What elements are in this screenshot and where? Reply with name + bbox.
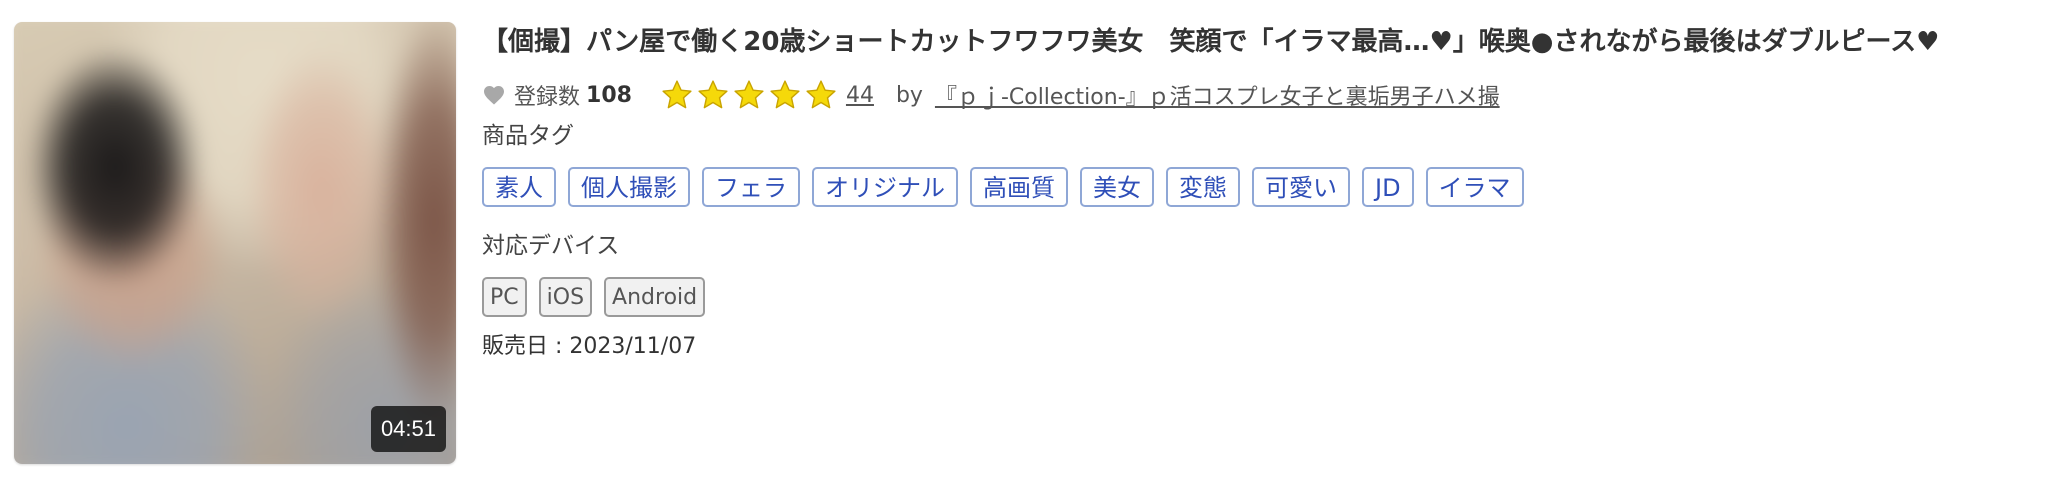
tag-link[interactable]: 素人	[482, 167, 556, 207]
tag-link[interactable]: 可愛い	[1252, 167, 1350, 207]
star-icon	[734, 80, 764, 109]
release-date: 販売日 : 2023/11/07	[482, 334, 697, 359]
star-icon	[698, 80, 728, 109]
tag-link[interactable]: 高画質	[970, 167, 1068, 207]
seller-link[interactable]: 『ｐｊ-Collection-』ｐ活コスプレ女子と裏垢男子ハメ撮	[935, 79, 1500, 111]
product-card: 04:51 【個撮】パン屋で働く20歳ショートカットフワフワ美女 笑顔で「イラマ…	[0, 0, 2072, 484]
tag-link[interactable]: 個人撮影	[568, 167, 690, 207]
rating-stars	[660, 78, 840, 112]
video-duration-badge: 04:51	[370, 406, 446, 452]
review-count-link[interactable]: 44	[846, 83, 874, 108]
star-icon	[662, 80, 692, 109]
device-list: PC iOS Android	[482, 277, 2062, 317]
product-thumbnail[interactable]: 04:51	[14, 22, 456, 464]
devices-heading: 対応デバイス	[482, 233, 620, 259]
device-badge: Android	[604, 277, 706, 317]
tag-list: 素人 個人撮影 フェラ オリジナル 高画質 美女 変態 可愛い JD イラマ	[482, 167, 2062, 207]
tags-heading: 商品タグ	[482, 123, 574, 149]
heart-icon[interactable]	[482, 83, 506, 107]
tag-link[interactable]: JD	[1362, 167, 1414, 207]
star-icon	[770, 80, 800, 109]
tag-link[interactable]: 美女	[1080, 167, 1154, 207]
favorites-count: 108	[586, 82, 632, 108]
thumbnail-image	[14, 22, 456, 464]
favorites-label: 登録数	[514, 85, 581, 110]
product-meta: 登録数 108 44 by 『ｐｊ-Collection-』ｐ活コスプレ女子と裏…	[482, 77, 2062, 113]
device-badge: iOS	[538, 277, 593, 317]
tag-link[interactable]: イラマ	[1425, 167, 1524, 207]
by-label: by	[895, 82, 923, 108]
tag-link[interactable]: 変態	[1166, 167, 1240, 207]
tag-link[interactable]: オリジナル	[812, 167, 958, 207]
star-icon	[806, 80, 836, 109]
device-badge: PC	[482, 277, 527, 317]
product-info: 【個撮】パン屋で働く20歳ショートカットフワフワ美女 笑顔で「イラマ最高…♥」喉…	[482, 22, 2062, 363]
product-title[interactable]: 【個撮】パン屋で働く20歳ショートカットフワフワ美女 笑顔で「イラマ最高…♥」喉…	[482, 22, 2062, 62]
tag-link[interactable]: フェラ	[702, 167, 800, 207]
